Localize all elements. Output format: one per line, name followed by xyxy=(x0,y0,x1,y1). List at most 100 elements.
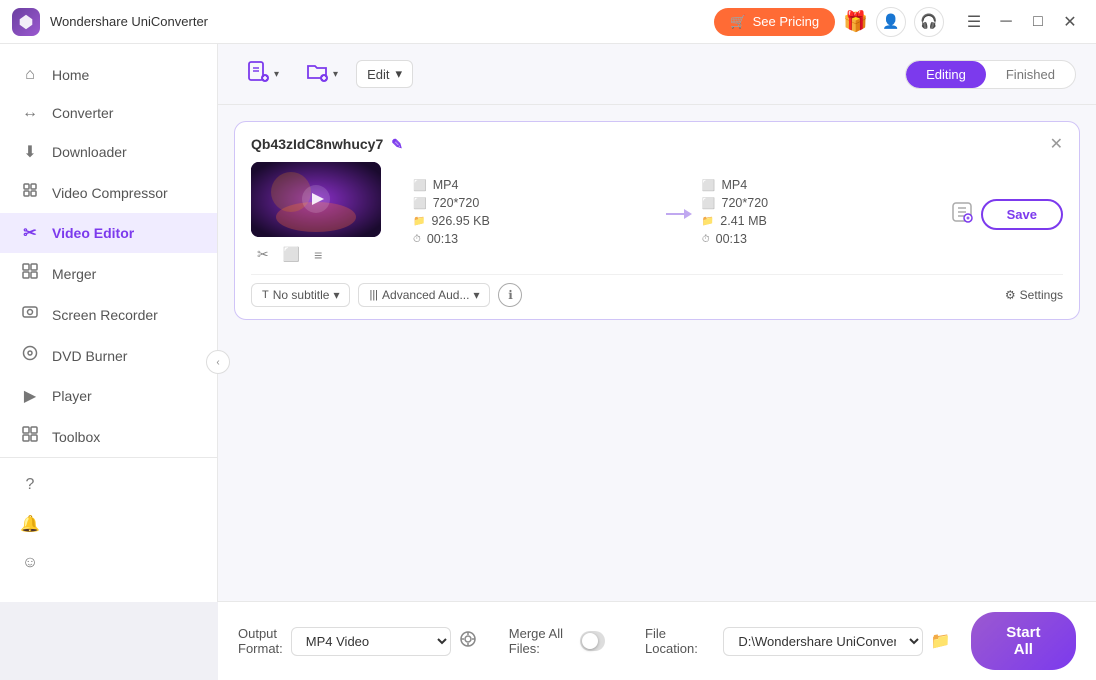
sidebar-label-dvd-burner: DVD Burner xyxy=(52,348,127,364)
cut-button[interactable]: ✂ xyxy=(251,243,275,266)
tab-finished[interactable]: Finished xyxy=(986,61,1075,88)
settings-button[interactable]: ⚙ Settings xyxy=(1005,288,1063,302)
sidebar-item-screen-recorder[interactable]: Screen Recorder xyxy=(0,294,217,335)
sidebar-item-feedback[interactable]: ☺ xyxy=(0,544,217,582)
title-actions: 🛒 See Pricing 🎁 👤 🎧 ☰ ─ □ ✕ xyxy=(714,7,1084,37)
content-area: ▾ ▾ Edit ▾ Editing Finishe xyxy=(218,44,1096,680)
compressor-icon xyxy=(20,182,40,203)
headset-button[interactable]: 🎧 xyxy=(914,7,944,37)
main-layout: ⌂ Home ↔ Converter ⬇ Downloader Video Co… xyxy=(0,44,1096,680)
tab-toggle: Editing Finished xyxy=(905,60,1076,89)
window-controls: ☰ ─ □ ✕ xyxy=(960,8,1084,36)
output-format: MP4 xyxy=(722,178,748,192)
title-bar: Wondershare UniConverter 🛒 See Pricing 🎁… xyxy=(0,0,1096,44)
see-pricing-button[interactable]: 🛒 See Pricing xyxy=(714,8,835,36)
convert-arrow xyxy=(662,202,694,226)
collapse-sidebar-button[interactable]: ‹ xyxy=(206,350,230,374)
source-duration-icon: ⏱ xyxy=(413,234,421,245)
gift-button[interactable]: 🎁 xyxy=(843,9,868,34)
add-folder-button[interactable]: ▾ xyxy=(297,54,346,94)
add-folder-dropdown-arrow: ▾ xyxy=(333,69,338,80)
minimize-button[interactable]: ─ xyxy=(992,8,1020,36)
source-size-row: 📁 926.95 KB xyxy=(413,214,654,228)
close-button[interactable]: ✕ xyxy=(1056,8,1084,36)
sidebar-item-video-editor[interactable]: ✂ Video Editor xyxy=(0,213,217,253)
output-resolution-row: ⬜ 720*720 xyxy=(702,196,943,210)
sidebar-item-downloader[interactable]: ⬇ Downloader xyxy=(0,132,217,172)
tab-editing[interactable]: Editing xyxy=(906,61,986,88)
sidebar-label-video-editor: Video Editor xyxy=(52,225,134,241)
cart-icon: 🛒 xyxy=(730,14,746,30)
audio-select[interactable]: ||| Advanced Aud... ▾ xyxy=(358,283,490,307)
sidebar-label-merger: Merger xyxy=(52,266,96,282)
output-resolution: 720*720 xyxy=(722,196,769,210)
sidebar-item-video-compressor[interactable]: Video Compressor xyxy=(0,172,217,213)
menu-button[interactable]: ☰ xyxy=(960,8,988,36)
sidebar-bottom: ? 🔔 ☺ xyxy=(0,457,217,590)
sidebar-item-help[interactable]: ? xyxy=(0,466,217,504)
settings-gear-icon: ⚙ xyxy=(1005,288,1016,302)
maximize-button[interactable]: □ xyxy=(1024,8,1052,36)
source-resolution-row: ⬜ 720*720 xyxy=(413,196,654,210)
output-format-field: Output Format: MP4 Video MOV Video AVI V… xyxy=(238,626,477,656)
sidebar-item-notifications[interactable]: 🔔 xyxy=(0,504,217,544)
sidebar-label-downloader: Downloader xyxy=(52,144,127,160)
file-card-header: Qb43zIdC8nwhucy7 ✎ ✕ xyxy=(251,134,1063,154)
filename-edit-icon[interactable]: ✎ xyxy=(391,136,403,153)
sidebar-item-merger[interactable]: Merger xyxy=(0,253,217,294)
save-button[interactable]: Save xyxy=(981,199,1063,230)
source-info: ⬜ MP4 ⬜ 720*720 📁 926.95 KB ⏱ xyxy=(413,178,654,250)
info-button[interactable]: ℹ xyxy=(498,283,522,307)
profile-button[interactable]: 👤 xyxy=(876,7,906,37)
source-resolution-icon: ⬜ xyxy=(413,197,427,210)
audio-label: Advanced Aud... xyxy=(382,288,469,302)
sidebar-item-home[interactable]: ⌂ Home xyxy=(0,56,217,94)
file-location-label: File Location: xyxy=(645,626,715,656)
output-duration-icon: ⏱ xyxy=(702,234,710,245)
feedback-icon: ☺ xyxy=(20,554,40,572)
file-list: Qb43zIdC8nwhucy7 ✎ ✕ xyxy=(218,105,1096,601)
audio-arrow: ▾ xyxy=(473,288,479,302)
file-location-folder-button[interactable]: 📁 xyxy=(931,631,951,651)
more-button[interactable]: ≡ xyxy=(308,243,328,266)
start-all-button[interactable]: Start All xyxy=(971,612,1076,670)
bottom-bar: Output Format: MP4 Video MOV Video AVI V… xyxy=(218,601,1096,680)
sidebar-item-dvd-burner[interactable]: DVD Burner xyxy=(0,335,217,376)
merge-toggle[interactable] xyxy=(580,631,605,651)
home-icon: ⌂ xyxy=(20,66,40,84)
edit-dropdown-arrow: ▾ xyxy=(395,66,402,82)
crop-button[interactable]: ⬜ xyxy=(277,243,306,266)
file-settings-icon-button[interactable] xyxy=(951,201,973,228)
edit-dropdown[interactable]: Edit ▾ xyxy=(356,60,413,88)
sidebar-label-home: Home xyxy=(52,67,89,83)
output-duration: 00:13 xyxy=(716,232,747,246)
output-format-settings-button[interactable] xyxy=(459,630,477,653)
audio-icon: ||| xyxy=(369,289,378,301)
toolbox-icon xyxy=(20,426,40,447)
source-size-icon: 📁 xyxy=(413,216,425,227)
merger-icon xyxy=(20,263,40,284)
file-thumbnail xyxy=(251,162,381,237)
sidebar-label-player: Player xyxy=(52,388,92,404)
sidebar: ⌂ Home ↔ Converter ⬇ Downloader Video Co… xyxy=(0,44,218,602)
sidebar-item-converter[interactable]: ↔ Converter xyxy=(0,94,217,132)
sidebar-item-toolbox[interactable]: Toolbox xyxy=(0,416,217,457)
sidebar-label-screen-recorder: Screen Recorder xyxy=(52,307,158,323)
file-location-select[interactable]: D:\Wondershare UniConverter xyxy=(723,627,922,656)
sidebar-item-player[interactable]: ▶ Player xyxy=(0,376,217,416)
source-format-icon: ⬜ xyxy=(413,179,427,192)
close-card-button[interactable]: ✕ xyxy=(1050,134,1063,154)
subtitle-arrow: ▾ xyxy=(333,288,339,302)
subtitle-icon: T xyxy=(262,289,269,301)
file-location-field: File Location: D:\Wondershare UniConvert… xyxy=(645,626,951,656)
output-size-row: 📁 2.41 MB xyxy=(702,214,943,228)
source-format-row: ⬜ MP4 xyxy=(413,178,654,192)
add-file-button[interactable]: ▾ xyxy=(238,54,287,94)
app-logo xyxy=(12,8,40,36)
output-format-select[interactable]: MP4 Video MOV Video AVI Video MKV Video xyxy=(291,627,451,656)
output-duration-row: ⏱ 00:13 xyxy=(702,232,943,246)
see-pricing-label: See Pricing xyxy=(753,14,819,29)
sidebar-label-video-compressor: Video Compressor xyxy=(52,185,168,201)
subtitle-select[interactable]: T No subtitle ▾ xyxy=(251,283,350,307)
dvd-burner-icon xyxy=(20,345,40,366)
